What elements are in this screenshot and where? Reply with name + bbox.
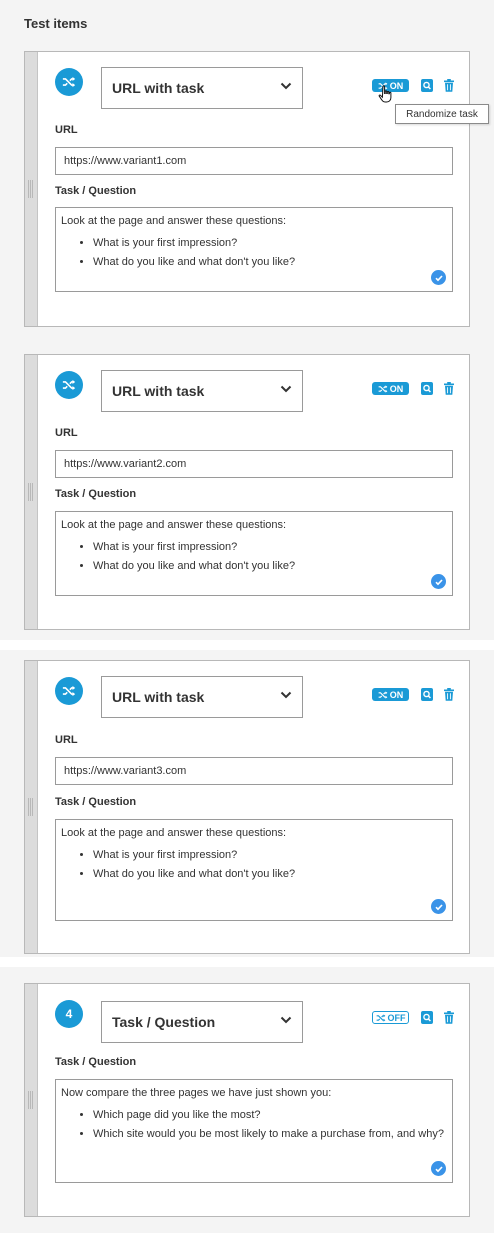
task-intro: Look at the page and answer these questi… bbox=[61, 519, 287, 531]
item-type-value: URL with task bbox=[112, 689, 205, 705]
test-item-card: URL with task ON URL https://www.variant… bbox=[24, 660, 470, 954]
chevron-down-icon bbox=[280, 1016, 292, 1024]
item-type-select[interactable]: Task / Question bbox=[101, 1001, 303, 1043]
task-label: Task / Question bbox=[55, 185, 137, 197]
item-type-value: URL with task bbox=[112, 80, 205, 96]
list-item: What do you like and what don't you like… bbox=[93, 255, 447, 270]
task-textarea[interactable]: Now compare the three pages we have just… bbox=[55, 1079, 453, 1183]
check-icon bbox=[431, 574, 446, 589]
shuffle-icon bbox=[55, 677, 83, 705]
toggle-label: ON bbox=[389, 689, 404, 700]
hand-cursor-icon bbox=[378, 85, 392, 103]
randomize-toggle[interactable]: ON bbox=[372, 688, 409, 701]
trash-icon[interactable] bbox=[443, 1011, 455, 1024]
list-item: What is your first impression? bbox=[93, 236, 447, 251]
list-item: What do you like and what don't you like… bbox=[93, 867, 447, 882]
drag-handle[interactable] bbox=[25, 661, 38, 953]
section-title: Test items bbox=[24, 16, 88, 31]
randomize-tooltip: Randomize task bbox=[395, 104, 489, 124]
test-item-card: URL with task ON URL https://www.variant… bbox=[24, 51, 470, 327]
item-type-select[interactable]: URL with task bbox=[101, 676, 303, 718]
randomize-toggle[interactable]: ON bbox=[372, 382, 409, 395]
task-label: Task / Question bbox=[55, 488, 137, 500]
item-type-select[interactable]: URL with task bbox=[101, 370, 303, 412]
grip-icon bbox=[28, 180, 34, 198]
shuffle-icon bbox=[55, 68, 83, 96]
grip-icon bbox=[28, 483, 34, 501]
url-input[interactable]: https://www.variant2.com bbox=[55, 450, 453, 478]
item-type-value: Task / Question bbox=[112, 1014, 216, 1030]
item-type-value: URL with task bbox=[112, 383, 205, 399]
chevron-down-icon bbox=[280, 82, 292, 90]
list-item: What do you like and what don't you like… bbox=[93, 559, 447, 574]
test-item-card: URL with task ON URL https://www.variant… bbox=[24, 354, 470, 630]
trash-icon[interactable] bbox=[443, 382, 455, 395]
chevron-down-icon bbox=[280, 691, 292, 699]
task-intro: Look at the page and answer these questi… bbox=[61, 827, 287, 839]
test-item-card: 4 Task / Question OFF Task / Question No… bbox=[24, 983, 470, 1217]
grip-icon bbox=[28, 1091, 34, 1109]
task-textarea[interactable]: Look at the page and answer these questi… bbox=[55, 819, 453, 921]
item-type-select[interactable]: URL with task bbox=[101, 67, 303, 109]
check-icon bbox=[431, 1161, 446, 1176]
randomize-toggle[interactable]: OFF bbox=[372, 1011, 409, 1024]
trash-icon[interactable] bbox=[443, 79, 455, 92]
toggle-label: ON bbox=[389, 383, 404, 394]
drag-handle[interactable] bbox=[25, 355, 38, 629]
chevron-down-icon bbox=[280, 385, 292, 393]
preview-icon[interactable] bbox=[421, 382, 433, 395]
section-divider bbox=[0, 640, 494, 650]
preview-icon[interactable] bbox=[421, 79, 433, 92]
task-textarea[interactable]: Look at the page and answer these questi… bbox=[55, 511, 453, 596]
list-item: Which site would you be most likely to m… bbox=[93, 1127, 447, 1142]
section-divider bbox=[0, 957, 494, 967]
url-label: URL bbox=[55, 124, 78, 136]
url-label: URL bbox=[55, 734, 78, 746]
toggle-label: OFF bbox=[387, 1012, 406, 1023]
check-icon bbox=[431, 270, 446, 285]
drag-handle[interactable] bbox=[25, 52, 38, 326]
drag-handle[interactable] bbox=[25, 984, 38, 1216]
shuffle-icon bbox=[378, 690, 388, 700]
shuffle-icon bbox=[378, 384, 388, 394]
list-item: What is your first impression? bbox=[93, 540, 447, 555]
grip-icon bbox=[28, 798, 34, 816]
task-intro: Look at the page and answer these questi… bbox=[61, 215, 287, 227]
task-textarea[interactable]: Look at the page and answer these questi… bbox=[55, 207, 453, 292]
check-icon bbox=[431, 899, 446, 914]
url-input[interactable]: https://www.variant1.com bbox=[55, 147, 453, 175]
trash-icon[interactable] bbox=[443, 688, 455, 701]
task-intro: Now compare the three pages we have just… bbox=[61, 1087, 332, 1099]
preview-icon[interactable] bbox=[421, 688, 433, 701]
shuffle-icon bbox=[55, 371, 83, 399]
preview-icon[interactable] bbox=[421, 1011, 433, 1024]
list-item: What is your first impression? bbox=[93, 848, 447, 863]
task-label: Task / Question bbox=[55, 1056, 137, 1068]
item-number-badge: 4 bbox=[55, 1000, 83, 1028]
task-label: Task / Question bbox=[55, 796, 137, 808]
shuffle-icon bbox=[376, 1013, 386, 1023]
url-input[interactable]: https://www.variant3.com bbox=[55, 757, 453, 785]
url-label: URL bbox=[55, 427, 78, 439]
list-item: Which page did you like the most? bbox=[93, 1108, 447, 1123]
